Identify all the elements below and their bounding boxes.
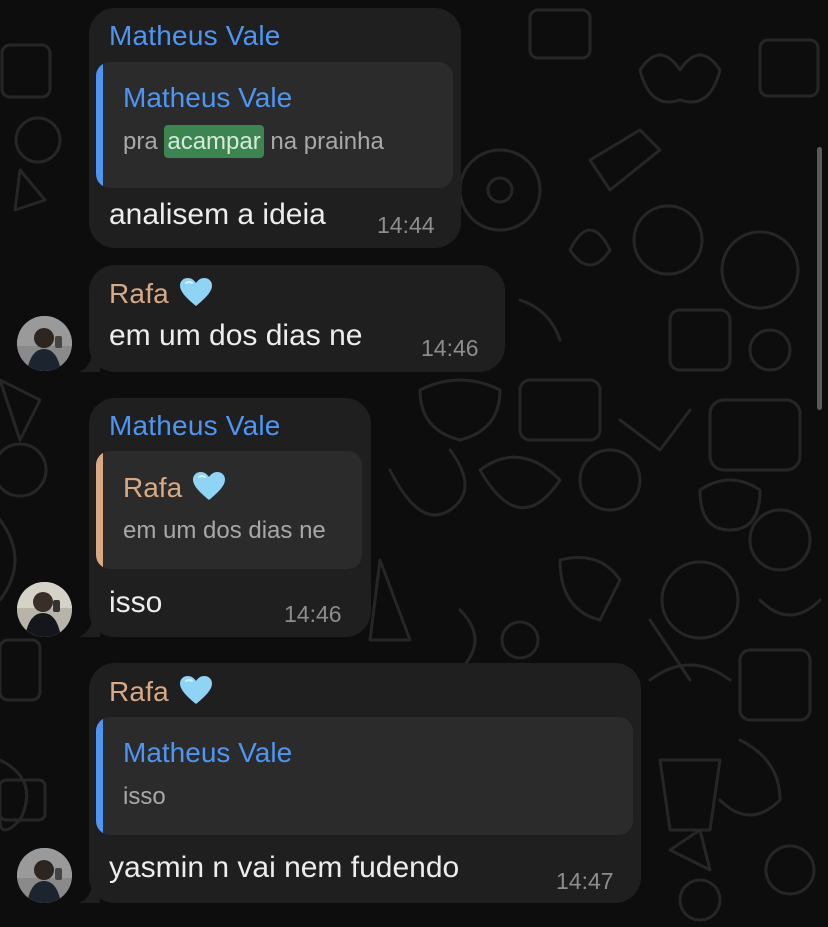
message-time: 14:46 bbox=[421, 335, 479, 361]
sender-name[interactable]: Rafa bbox=[109, 277, 213, 310]
quote-bar bbox=[96, 717, 103, 835]
avatar-photo bbox=[17, 316, 72, 371]
sender-name-text: Rafa bbox=[109, 278, 169, 309]
message-time: 14:44 bbox=[377, 212, 435, 238]
chat-view[interactable]: Matheus Vale Matheus Vale pra acampar na… bbox=[0, 0, 828, 927]
sender-name-text: Rafa bbox=[109, 676, 169, 707]
message-text: yasmin n vai nem fudendo bbox=[109, 851, 460, 884]
message-text: analisem a ideia bbox=[109, 198, 326, 231]
sender-name[interactable]: Matheus Vale bbox=[109, 410, 281, 442]
avatar[interactable] bbox=[17, 316, 72, 371]
quote-text: isso bbox=[123, 783, 166, 810]
scrollbar[interactable] bbox=[817, 147, 822, 410]
avatar-photo bbox=[17, 582, 72, 637]
message-time: 14:46 bbox=[284, 601, 342, 627]
reply-quote[interactable]: Rafa em um dos dias ne bbox=[96, 451, 362, 569]
reply-quote[interactable]: Matheus Vale isso bbox=[96, 717, 633, 835]
quote-sender-name-text: Rafa bbox=[123, 472, 183, 503]
quote-text: pra acampar na prainha bbox=[123, 125, 384, 158]
quote-text: em um dos dias ne bbox=[123, 517, 326, 544]
sender-name[interactable]: Rafa bbox=[109, 675, 213, 708]
message-text: em um dos dias ne bbox=[109, 319, 363, 352]
bubble-tail bbox=[78, 615, 100, 637]
quote-bar bbox=[96, 62, 103, 188]
message-time: 14:47 bbox=[556, 868, 614, 894]
quote-sender-name: Rafa bbox=[123, 471, 226, 504]
light-blue-heart-icon bbox=[179, 278, 212, 306]
sender-name[interactable]: Matheus Vale bbox=[109, 20, 281, 52]
light-blue-heart-icon bbox=[179, 676, 212, 704]
message-bubble[interactable]: Matheus Vale Matheus Vale pra acampar na… bbox=[89, 8, 461, 248]
quote-sender-name: Matheus Vale bbox=[123, 82, 293, 113]
message-bubble[interactable]: Matheus Vale Rafa em um dos dias ne isso… bbox=[89, 398, 371, 637]
reply-quote[interactable]: Matheus Vale pra acampar na prainha bbox=[96, 62, 453, 188]
quote-sender-name: Matheus Vale bbox=[123, 737, 293, 768]
message-text: isso bbox=[109, 586, 163, 619]
quote-text-before: pra bbox=[123, 128, 165, 155]
quote-bar bbox=[96, 451, 103, 569]
light-blue-heart-icon bbox=[193, 472, 226, 500]
avatar-photo bbox=[17, 848, 72, 903]
bubble-tail bbox=[78, 350, 100, 372]
quote-text-after: na prainha bbox=[263, 128, 384, 155]
avatar[interactable] bbox=[17, 582, 72, 637]
search-highlight: acampar bbox=[164, 125, 264, 158]
message-bubble[interactable]: Rafa em um dos dias ne 14:46 bbox=[89, 265, 505, 372]
avatar[interactable] bbox=[17, 848, 72, 903]
bubble-tail bbox=[78, 881, 100, 903]
message-bubble[interactable]: Rafa Matheus Vale isso yasmin n vai nem … bbox=[89, 663, 641, 903]
